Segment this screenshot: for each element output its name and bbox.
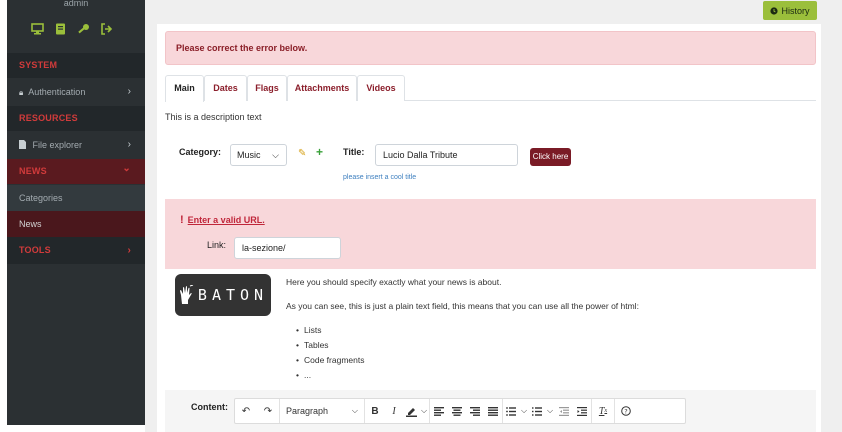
- align-right-icon[interactable]: [466, 399, 484, 423]
- click-here-button[interactable]: Click here: [530, 148, 571, 166]
- chevron-down-icon[interactable]: ⌵: [419, 399, 429, 423]
- description-text: This is a description text: [165, 112, 262, 122]
- sidebar-section-label: TOOLS: [19, 245, 51, 255]
- file-icon: [19, 133, 26, 159]
- sidebar-section-label: NEWS: [19, 166, 47, 176]
- sidebar-item-authentication[interactable]: 🔒︎ Authentication ›: [7, 79, 145, 105]
- sidebar-item-label: File explorer: [32, 140, 83, 150]
- baton-logo: BATON: [175, 274, 271, 316]
- exclamation-icon: !: [180, 214, 184, 226]
- key-icon[interactable]: [76, 22, 90, 36]
- sidebar-item-file-explorer[interactable]: File explorer ›: [7, 132, 145, 158]
- category-select[interactable]: Music ⌵: [230, 144, 287, 166]
- list-item: Lists: [296, 323, 364, 338]
- chevron-down-icon: ⌄: [122, 163, 131, 174]
- about-bullet-list: Lists Tables Code fragments ...: [296, 323, 364, 383]
- history-button[interactable]: History: [763, 1, 817, 20]
- align-center-icon[interactable]: [448, 399, 466, 423]
- title-input[interactable]: Lucio Dalla Tribute: [375, 144, 518, 166]
- sidebar-item-news[interactable]: News: [7, 211, 145, 237]
- tab-videos[interactable]: Videos: [357, 75, 405, 101]
- align-left-icon[interactable]: [430, 399, 448, 423]
- align-justify-icon[interactable]: [484, 399, 502, 423]
- tab-attachments[interactable]: Attachments: [287, 75, 357, 101]
- link-label: Link:: [207, 240, 227, 250]
- title-label: Title:: [343, 147, 365, 157]
- tab-dates[interactable]: Dates: [204, 75, 247, 101]
- help-icon[interactable]: ?: [615, 399, 637, 423]
- outdent-icon[interactable]: [555, 399, 573, 423]
- sidebar-username: admin: [63, 0, 89, 8]
- history-button-label: History: [781, 5, 810, 16]
- about-line-1: Here you should specify exactly what you…: [286, 277, 502, 287]
- error-alert: Please correct the error below.: [165, 31, 816, 65]
- chevron-right-icon: ›: [127, 139, 131, 150]
- content-frame-right: [821, 0, 842, 432]
- hand-icon: [179, 285, 194, 304]
- sidebar-quick-icons: [30, 22, 113, 36]
- sidebar-item-categories[interactable]: Categories: [7, 185, 145, 211]
- italic-icon[interactable]: I: [385, 399, 403, 423]
- bold-icon[interactable]: B: [365, 399, 385, 423]
- list-item: Code fragments: [296, 353, 364, 368]
- chevron-right-icon: ›: [127, 86, 131, 97]
- redo-icon[interactable]: ↷: [257, 399, 279, 423]
- sidebar-section-tools[interactable]: TOOLS ›: [7, 237, 145, 264]
- sidebar-section-system: SYSTEM: [7, 53, 145, 78]
- tab-bar: Main Dates Flags Attachments Videos: [165, 75, 816, 102]
- sidebar-section-resources: RESOURCES: [7, 106, 145, 131]
- chevron-down-icon: ⌵: [272, 150, 279, 160]
- link-input[interactable]: la-sezione/: [234, 237, 341, 259]
- category-select-value: Music: [237, 150, 261, 160]
- logo-text: BATON: [197, 286, 269, 304]
- content-frame-left: [145, 0, 157, 432]
- plus-icon[interactable]: +: [316, 145, 323, 159]
- content-frame-top: [145, 0, 842, 24]
- sidebar: admin SYSTEM 🔒︎ Authentication › RESOURC…: [7, 0, 145, 425]
- chevron-down-icon: ⌵: [351, 406, 358, 415]
- category-label: Category:: [179, 147, 222, 157]
- book-icon[interactable]: [53, 22, 67, 36]
- link-error-message: ! Enter a valid URL.: [180, 214, 265, 226]
- lock-icon: 🔒︎: [19, 88, 24, 97]
- clock-icon: [770, 6, 779, 15]
- list-item: ...: [296, 368, 364, 383]
- svg-text:?: ?: [624, 407, 627, 415]
- pencil-icon[interactable]: ✎: [298, 148, 306, 159]
- list-item: Tables: [296, 338, 364, 353]
- clear-formatting-icon[interactable]: Tx: [592, 399, 614, 423]
- editor-toolbar: ↶ ↷ Paragraph ⌵ B I ⌵ ⌵ ⌵ Tx ?: [234, 398, 686, 424]
- about-line-2: As you can see, this is just a plain tex…: [286, 301, 639, 311]
- sidebar-section-news[interactable]: NEWS ⌄: [7, 159, 145, 184]
- title-help-text: please insert a cool title: [343, 174, 417, 181]
- chevron-right-icon: ›: [127, 245, 131, 256]
- chevron-down-icon[interactable]: ⌵: [519, 399, 529, 423]
- bullet-list-icon[interactable]: [503, 399, 519, 423]
- highlight-icon[interactable]: [403, 399, 419, 423]
- content-label: Content:: [191, 402, 228, 412]
- monitor-icon[interactable]: [30, 22, 44, 36]
- chevron-down-icon[interactable]: ⌵: [545, 399, 555, 423]
- sign-out-icon[interactable]: [99, 22, 113, 36]
- sidebar-item-label: Authentication: [28, 87, 86, 97]
- paragraph-dropdown-label: Paragraph: [286, 406, 329, 416]
- paragraph-dropdown[interactable]: Paragraph ⌵: [280, 399, 364, 423]
- undo-icon[interactable]: ↶: [235, 399, 257, 423]
- link-error-text: Enter a valid URL.: [187, 215, 265, 225]
- tab-main[interactable]: Main: [165, 75, 204, 102]
- indent-icon[interactable]: [573, 399, 591, 423]
- tab-flags[interactable]: Flags: [247, 75, 287, 101]
- numbered-list-icon[interactable]: [529, 399, 545, 423]
